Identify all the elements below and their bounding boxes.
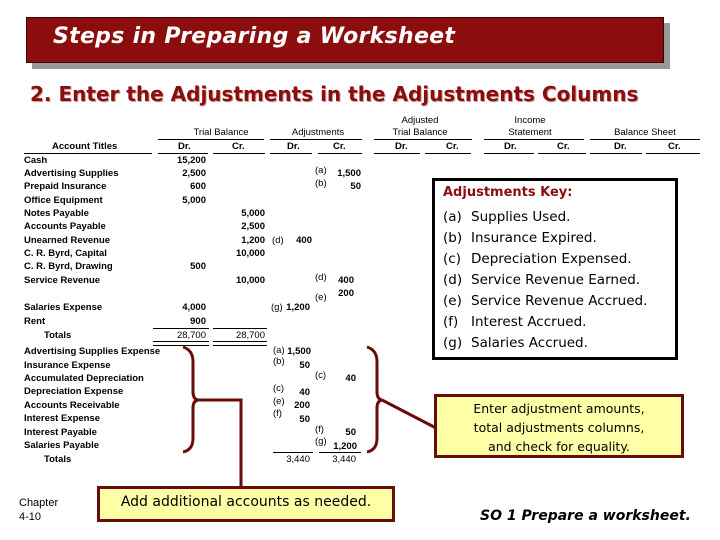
key-item: (f) Interest Accrued. xyxy=(443,314,586,330)
right-brace xyxy=(366,345,383,454)
adjustments-key-title: Adjustments Key: xyxy=(443,185,573,200)
note-add-accounts: Add additional accounts as needed. xyxy=(97,486,395,522)
study-objective: SO 1 Prepare a worksheet. xyxy=(480,508,691,524)
note-text: Add additional accounts as needed. xyxy=(120,494,372,510)
key-item: (g) Salaries Accrued. xyxy=(443,335,588,351)
chapter-label: Chapter 4-10 xyxy=(19,496,58,524)
key-text: Salaries Accrued. xyxy=(471,335,588,351)
note-line: and check for equality. xyxy=(488,439,630,454)
key-letter: (a) xyxy=(443,209,462,225)
key-text: Service Revenue Accrued. xyxy=(471,293,648,309)
key-item: (c) Depreciation Expensed. xyxy=(443,251,632,267)
note-line: total adjustments columns, xyxy=(473,420,645,435)
key-text: Insurance Expired. xyxy=(471,230,597,246)
note-line: Enter adjustment amounts, xyxy=(473,401,645,416)
key-text: Interest Accrued. xyxy=(471,314,587,330)
chapter-text: Chapter xyxy=(19,497,59,509)
key-item: (d) Service Revenue Earned. xyxy=(443,272,640,288)
left-connector xyxy=(198,398,243,487)
key-letter: (g) xyxy=(443,335,463,351)
adjustments-key: Adjustments Key: (a) Supplies Used. (b) In… xyxy=(432,178,678,360)
key-letter: (c) xyxy=(443,251,461,267)
note-enter-adjustments: Enter adjustment amounts, total adjustme… xyxy=(434,394,684,458)
key-text: Service Revenue Earned. xyxy=(471,272,641,288)
key-text: Supplies Used. xyxy=(471,209,571,225)
key-text: Depreciation Expensed. xyxy=(471,251,632,267)
key-letter: (d) xyxy=(443,272,463,288)
left-brace xyxy=(182,345,199,454)
right-connector xyxy=(381,398,437,430)
key-item: (b) Insurance Expired. xyxy=(443,230,597,246)
key-letter: (e) xyxy=(443,293,462,309)
key-item: (a) Supplies Used. xyxy=(443,209,570,225)
key-item: (e) Service Revenue Accrued. xyxy=(443,293,647,309)
key-letter: (b) xyxy=(443,230,463,246)
key-letter: (f) xyxy=(443,314,459,330)
page-number: 4-10 xyxy=(19,511,42,523)
